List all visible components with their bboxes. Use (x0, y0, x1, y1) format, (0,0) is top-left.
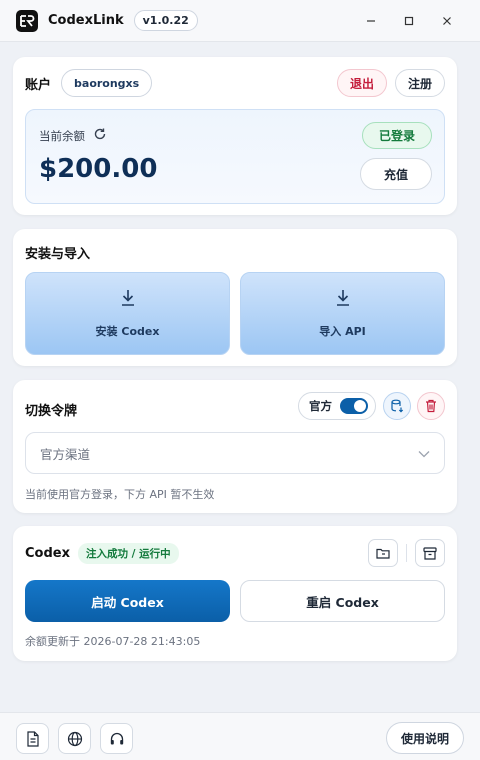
token-title: 切换令牌 (25, 404, 78, 419)
official-label: 官方 (309, 399, 332, 413)
channel-select[interactable]: 官方渠道 (25, 432, 445, 474)
maximize-icon[interactable] (390, 0, 428, 42)
codex-card: Codex 注入成功 / 运行中 启动 Codex 重启 Codex 余额更新于… (13, 526, 457, 661)
document-icon[interactable] (16, 723, 49, 754)
install-title: 安装与导入 (25, 247, 91, 262)
status-badge: 注入成功 / 运行中 (77, 542, 179, 564)
balance-amount: $200.00 (39, 154, 158, 184)
help-button[interactable]: 使用说明 (385, 722, 464, 754)
login-status-badge: 已登录 (361, 122, 432, 149)
version-badge: v1.0.22 (133, 10, 198, 31)
chevron-down-icon (418, 446, 430, 461)
import-api-label: 导入 API (319, 324, 366, 338)
headset-icon[interactable] (100, 723, 133, 754)
globe-icon[interactable] (58, 723, 91, 754)
download-icon (335, 289, 351, 311)
balance-updated-text: 余额更新于 2026-07-28 21:43:05 (25, 635, 201, 648)
archive-icon[interactable] (415, 539, 445, 567)
username-badge: baorongxs (61, 69, 153, 97)
download-icon (120, 289, 136, 311)
app-title: CodexLink (48, 13, 124, 28)
recharge-button[interactable]: 充值 (360, 158, 432, 190)
account-title: 账户 (25, 77, 52, 93)
footer-bar: 使用说明 (0, 712, 480, 760)
trash-icon[interactable] (417, 392, 445, 420)
register-button[interactable]: 注册 (394, 69, 445, 97)
import-api-button[interactable]: 导入 API (240, 272, 445, 355)
install-codex-button[interactable]: 安装 Codex (25, 272, 230, 355)
install-codex-label: 安装 Codex (95, 324, 160, 338)
channel-select-value: 官方渠道 (40, 446, 91, 462)
logout-button[interactable]: 退出 (336, 69, 387, 97)
restart-codex-button[interactable]: 重启 Codex (240, 580, 445, 622)
install-card: 安装与导入 安装 Codex 导入 API (13, 229, 457, 366)
official-toggle[interactable]: 官方 (298, 392, 376, 420)
divider (406, 544, 407, 562)
minimize-icon[interactable] (352, 0, 390, 42)
refresh-icon[interactable] (93, 127, 107, 144)
official-switch[interactable] (340, 398, 368, 414)
token-card: 切换令牌 官方 官方渠道 当前使用官方登录，下方 API 暂不生效 (13, 380, 457, 513)
balance-panel: 当前余额 $200.00 已登录 充值 (25, 109, 445, 204)
codex-title: Codex (25, 545, 70, 561)
token-hint: 当前使用官方登录，下方 API 暂不生效 (25, 488, 215, 501)
folder-icon[interactable] (368, 539, 398, 567)
start-codex-button[interactable]: 启动 Codex (25, 580, 230, 622)
account-card: 账户 baorongxs 退出 注册 当前余额 $200.00 已登录 充值 (13, 57, 457, 215)
app-logo (16, 9, 38, 32)
database-import-icon[interactable] (383, 392, 411, 420)
balance-label: 当前余额 (39, 128, 85, 143)
title-bar: CodexLink v1.0.22 (0, 0, 480, 42)
close-icon[interactable] (428, 0, 466, 42)
